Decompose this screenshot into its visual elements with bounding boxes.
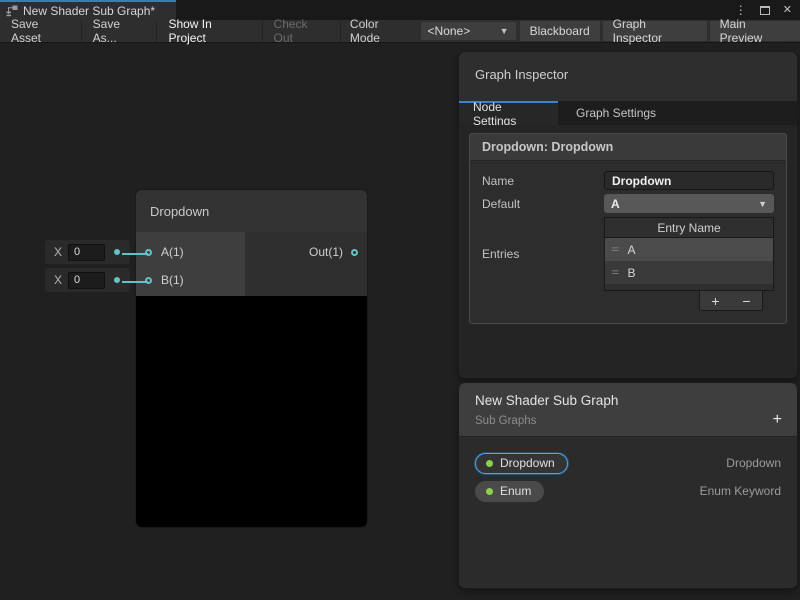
save-asset-button[interactable]: Save Asset [0,20,82,42]
port-a-label: A(1) [161,245,184,259]
add-entry-button[interactable]: + [711,294,719,308]
entries-footer-buttons: + − [699,291,763,311]
name-label: Name [482,174,604,188]
entries-label: Entries [482,247,604,261]
property-type: Enum Keyword [700,484,781,498]
entries-table: Entry Name = A = B [604,217,774,291]
edge-a[interactable] [122,253,148,255]
node-input-column: A(1) B(1) [136,232,245,296]
blackboard-subtitle: Sub Graphs [475,415,781,427]
field-a-connector-icon[interactable] [114,249,120,255]
name-input[interactable] [604,171,774,190]
save-as-button[interactable]: Save As... [82,20,158,42]
name-row: Name [482,171,774,190]
input-port-b: B(1) [136,266,245,294]
edge-b[interactable] [122,281,148,283]
output-port-out: Out(1) [245,238,367,266]
tab-node-settings[interactable]: Node Settings [459,101,558,125]
tab-graph-settings[interactable]: Graph Settings [558,101,674,125]
property-type: Dropdown [726,456,781,470]
x-component-label: X [54,245,62,259]
blackboard-toggle-button[interactable]: Blackboard [520,21,600,41]
toolbar: Save Asset Save As... Show In Project Ch… [0,20,800,43]
color-mode-dropdown[interactable]: <None> ▼ [421,22,516,40]
exposed-dot-icon [486,488,493,495]
entries-footer: + − [482,291,774,311]
remove-entry-button[interactable]: − [742,294,750,308]
blackboard-title: New Shader Sub Graph [475,393,781,408]
blackboard-row-dropdown: Dropdown Dropdown [475,449,781,477]
exposed-dot-icon [486,460,493,467]
maximize-icon[interactable] [760,6,770,15]
node-settings-content: Dropdown: Dropdown Name Default A [459,125,797,378]
add-property-button[interactable]: + [773,412,782,428]
property-pill-dropdown[interactable]: Dropdown [475,453,568,474]
node-output-column: Out(1) [245,232,367,296]
field-b-connector-icon[interactable] [114,277,120,283]
color-mode-value: <None> [428,24,471,38]
chevron-down-icon: ▼ [500,26,509,36]
color-mode-label: Color Mode [341,20,420,42]
tab-title: New Shader Sub Graph* [23,4,155,18]
chevron-down-icon: ▼ [758,199,767,209]
show-in-project-button[interactable]: Show In Project [157,20,262,42]
node-preview [136,296,367,527]
dropdown-node[interactable]: Dropdown A(1) B(1) Out(1) [136,190,367,527]
entry-row-a[interactable]: = A [605,238,773,261]
property-name: Dropdown [500,456,555,470]
settings-box-header: Dropdown: Dropdown [470,134,786,161]
port-out-label: Out(1) [309,245,343,259]
main-preview-toggle-button[interactable]: Main Preview [710,21,800,41]
input-port-a: A(1) [136,238,245,266]
value-b-input[interactable] [68,272,105,289]
graph-inspector-toggle-button[interactable]: Graph Inspector [603,21,707,41]
entries-row: Entries Entry Name = A = B [482,217,774,291]
check-out-button: Check Out [263,20,341,42]
kebab-menu-icon[interactable]: ⋮ [735,4,747,16]
entry-table-header: Entry Name [605,218,773,238]
blackboard-panel: New Shader Sub Graph Sub Graphs + Dropdo… [459,383,797,588]
inspector-title: Graph Inspector [459,52,797,101]
entry-name: A [627,243,635,257]
drag-handle-icon[interactable]: = [611,244,619,256]
blackboard-body: Dropdown Dropdown Enum Enum Keyword [459,437,797,517]
default-label: Default [482,197,604,211]
default-value: A [611,197,620,211]
graph-inspector-panel: Graph Inspector Node Settings Graph Sett… [459,52,797,378]
settings-box-body: Name Default A ▼ [470,161,786,323]
entry-name: B [627,266,635,280]
property-pill-enum[interactable]: Enum [475,481,544,502]
blackboard-header: New Shader Sub Graph Sub Graphs + [459,383,797,437]
drag-handle-icon[interactable]: = [611,267,619,279]
port-b-label: B(1) [161,273,184,287]
close-icon[interactable]: ✕ [783,5,792,16]
dropdown-settings-box: Dropdown: Dropdown Name Default A [469,133,787,324]
node-title[interactable]: Dropdown [136,190,367,232]
inline-field-b: X [45,268,130,292]
inline-field-a: X [45,240,130,264]
subgraph-asset-icon [6,5,18,17]
default-dropdown[interactable]: A ▼ [604,194,774,213]
x-component-label: X [54,273,62,287]
port-out-icon[interactable] [351,249,358,256]
inspector-tabs: Node Settings Graph Settings [459,101,797,125]
blackboard-row-enum: Enum Enum Keyword [475,477,781,505]
node-body: A(1) B(1) Out(1) [136,232,367,296]
property-name: Enum [500,484,531,498]
value-a-input[interactable] [68,244,105,261]
default-row: Default A ▼ [482,194,774,213]
shader-graph-window: New Shader Sub Graph* ⋮ ✕ Save Asset Sav… [0,0,800,600]
entry-row-b[interactable]: = B [605,261,773,284]
